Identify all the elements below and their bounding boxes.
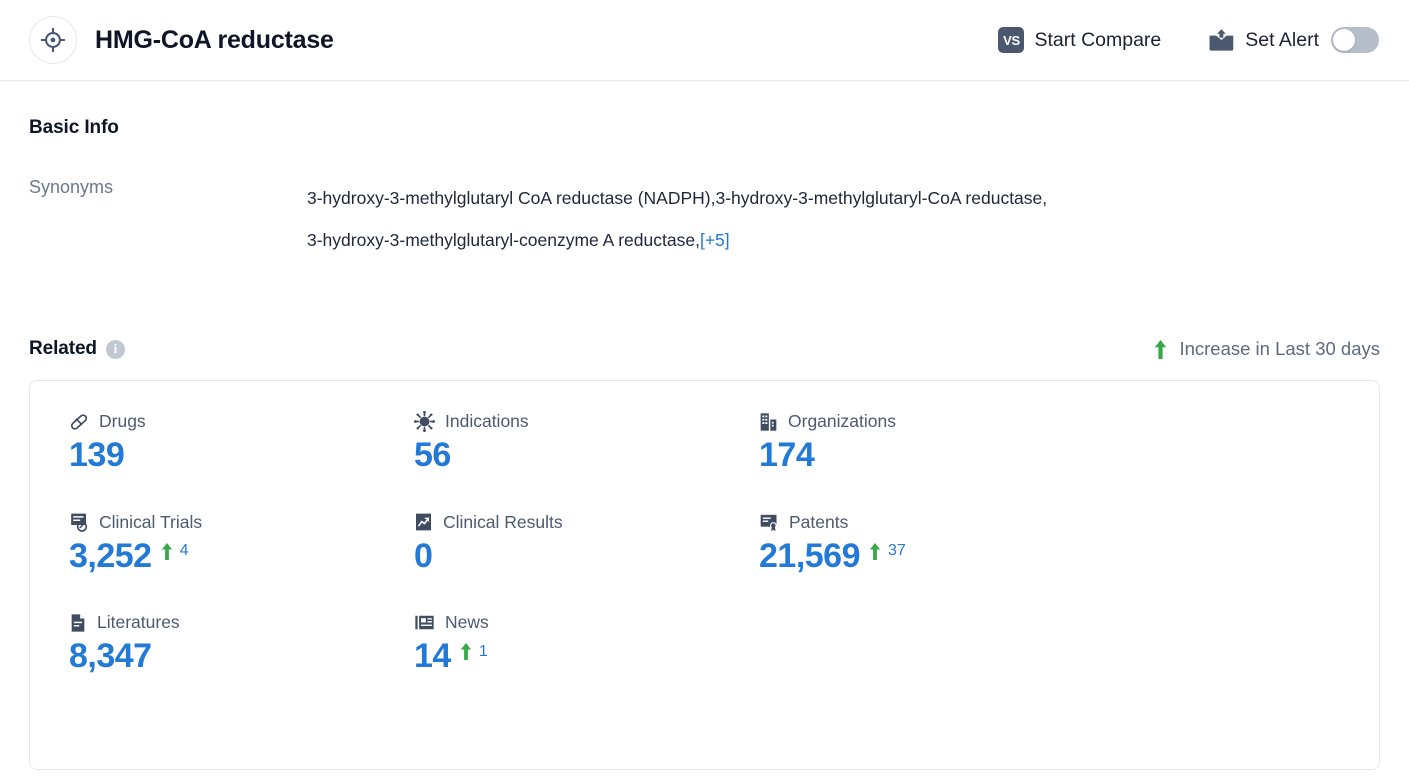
stat-head: News bbox=[414, 612, 759, 633]
legend-label: Increase in Last 30 days bbox=[1179, 338, 1380, 360]
synonyms-line-2: 3-hydroxy-3-methylglutaryl-coenzyme A re… bbox=[307, 230, 700, 250]
basic-info-heading: Basic Info bbox=[29, 117, 1380, 139]
clinical-trial-icon bbox=[69, 512, 89, 532]
stat-value[interactable]: 174 bbox=[759, 434, 814, 477]
stat-news[interactable]: News 14 1 bbox=[414, 612, 759, 678]
related-stats-card: Drugs 139 bbox=[29, 380, 1380, 770]
stat-indications[interactable]: Indications 56 bbox=[414, 411, 759, 477]
arrow-up-icon bbox=[869, 543, 881, 560]
building-icon bbox=[759, 412, 778, 432]
set-alert-label: Set Alert bbox=[1245, 29, 1319, 52]
set-alert-toggle[interactable] bbox=[1331, 27, 1379, 53]
related-header: Related i Increase in Last 30 days bbox=[29, 338, 1380, 360]
related-heading: Related bbox=[29, 338, 97, 360]
increase-legend: Increase in Last 30 days bbox=[1154, 338, 1380, 360]
related-title-group: Related i bbox=[29, 338, 125, 360]
synonyms-label: Synonyms bbox=[29, 177, 307, 261]
stat-value[interactable]: 3,252 bbox=[69, 535, 152, 578]
app-header: HMG-CoA reductase VS Start Compare Set A… bbox=[0, 0, 1409, 81]
entity-title-group: HMG-CoA reductase bbox=[29, 16, 334, 64]
stat-value-row: 14 1 bbox=[414, 635, 759, 678]
virus-icon bbox=[414, 411, 435, 432]
arrow-up-icon bbox=[460, 643, 472, 660]
stat-head: Clinical Trials bbox=[69, 512, 414, 533]
literature-icon bbox=[69, 613, 87, 633]
synonyms-value: 3-hydroxy-3-methylglutaryl CoA reductase… bbox=[307, 177, 1047, 261]
patent-icon bbox=[759, 512, 779, 532]
set-alert-control[interactable]: Set Alert bbox=[1208, 27, 1379, 53]
stat-value[interactable]: 21,569 bbox=[759, 535, 860, 578]
stat-clinical-results[interactable]: Clinical Results 0 bbox=[414, 512, 759, 578]
stat-delta-value: 37 bbox=[888, 542, 906, 560]
basic-info-section: Basic Info Synonyms 3-hydroxy-3-methylgl… bbox=[29, 81, 1380, 261]
stat-value-row: 21,569 37 bbox=[759, 535, 1340, 578]
stat-head: Clinical Results bbox=[414, 512, 759, 533]
synonyms-line-1: 3-hydroxy-3-methylglutaryl CoA reductase… bbox=[307, 188, 1047, 208]
info-icon[interactable]: i bbox=[106, 340, 125, 359]
stat-head: Organizations bbox=[759, 411, 1340, 432]
pill-icon bbox=[69, 412, 89, 432]
stat-head: Patents bbox=[759, 512, 1340, 533]
stat-delta: 4 bbox=[161, 542, 189, 560]
synonyms-row: Synonyms 3-hydroxy-3-methylglutaryl CoA … bbox=[29, 177, 1380, 261]
stat-label: Indications bbox=[445, 411, 529, 432]
synonyms-more-link[interactable]: [+5] bbox=[700, 230, 730, 250]
target-icon bbox=[40, 27, 66, 53]
clinical-result-icon bbox=[414, 512, 433, 532]
stat-value[interactable]: 8,347 bbox=[69, 635, 152, 678]
related-stats-grid: Drugs 139 bbox=[30, 411, 1379, 678]
stat-drugs[interactable]: Drugs 139 bbox=[69, 411, 414, 477]
stat-head: Drugs bbox=[69, 411, 414, 432]
stat-label: Clinical Results bbox=[443, 512, 563, 533]
stat-label: Clinical Trials bbox=[99, 512, 202, 533]
stat-label: Literatures bbox=[97, 612, 180, 633]
stat-value[interactable]: 56 bbox=[414, 434, 451, 477]
alert-envelope-icon bbox=[1208, 28, 1235, 52]
header-actions: VS Start Compare Set Alert bbox=[998, 27, 1379, 53]
stat-organizations[interactable]: Organizations 174 bbox=[759, 411, 1340, 477]
toggle-knob bbox=[1333, 29, 1355, 51]
stat-delta: 1 bbox=[460, 643, 488, 661]
stat-value[interactable]: 0 bbox=[414, 535, 432, 578]
stat-value-row: 0 bbox=[414, 535, 759, 578]
stat-head: Literatures bbox=[69, 612, 414, 633]
news-icon bbox=[414, 613, 435, 632]
vs-icon: VS bbox=[998, 27, 1024, 53]
stat-delta-value: 1 bbox=[479, 643, 488, 661]
page-content: Basic Info Synonyms 3-hydroxy-3-methylgl… bbox=[0, 81, 1409, 770]
stat-value[interactable]: 139 bbox=[69, 434, 124, 477]
stat-label: Patents bbox=[789, 512, 848, 533]
stat-label: Drugs bbox=[99, 411, 146, 432]
stat-value-row: 8,347 bbox=[69, 635, 414, 678]
arrow-up-icon bbox=[161, 543, 173, 560]
start-compare-button[interactable]: VS Start Compare bbox=[998, 27, 1161, 53]
page-title: HMG-CoA reductase bbox=[95, 26, 334, 55]
stat-delta: 37 bbox=[869, 542, 906, 560]
entity-avatar bbox=[29, 16, 77, 64]
stat-value[interactable]: 14 bbox=[414, 635, 451, 678]
stat-patents[interactable]: Patents 21,569 37 bbox=[759, 512, 1340, 578]
stat-value-row: 56 bbox=[414, 434, 759, 477]
stat-value-row: 139 bbox=[69, 434, 414, 477]
stat-head: Indications bbox=[414, 411, 759, 432]
stat-clinical-trials[interactable]: Clinical Trials 3,252 4 bbox=[69, 512, 414, 578]
stat-value-row: 174 bbox=[759, 434, 1340, 477]
start-compare-label: Start Compare bbox=[1034, 29, 1161, 52]
stat-label: News bbox=[445, 612, 489, 633]
stat-literatures[interactable]: Literatures 8,347 bbox=[69, 612, 414, 678]
stat-label: Organizations bbox=[788, 411, 896, 432]
stat-delta-value: 4 bbox=[180, 542, 189, 560]
arrow-up-icon bbox=[1154, 340, 1167, 359]
stat-value-row: 3,252 4 bbox=[69, 535, 414, 578]
